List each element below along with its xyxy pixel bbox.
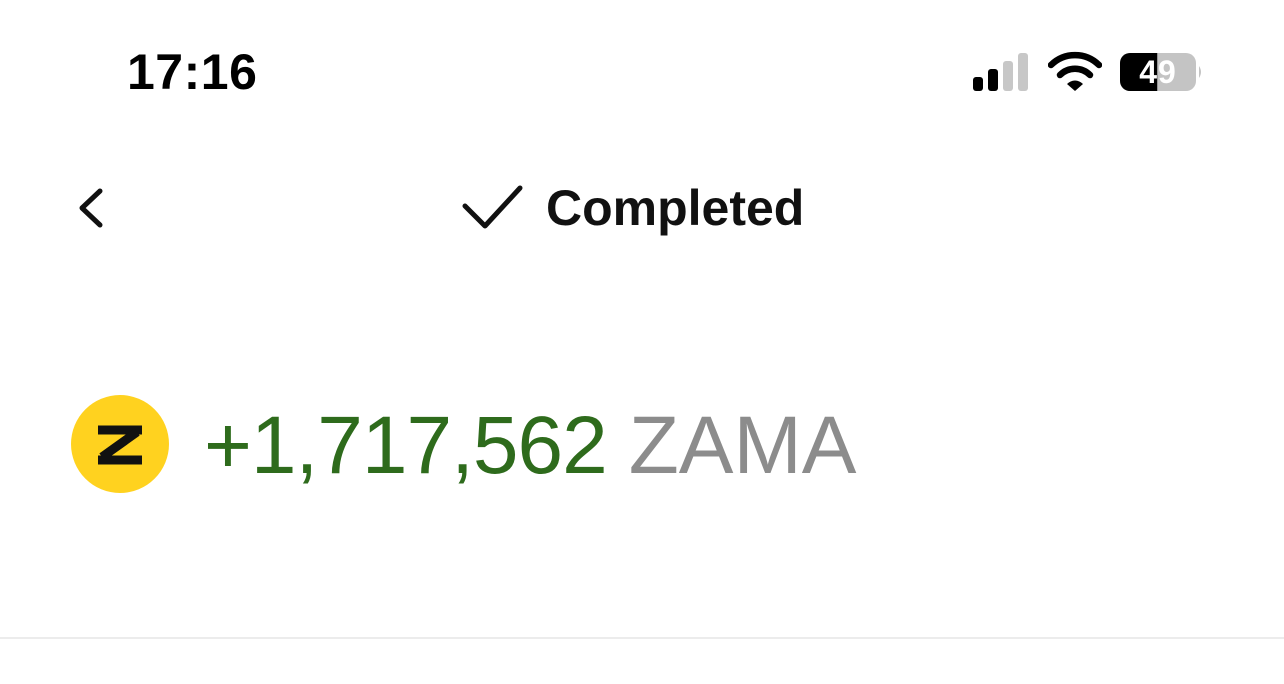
- page-title: Completed: [546, 180, 805, 236]
- zama-token-icon: [71, 395, 169, 493]
- back-button[interactable]: [62, 178, 122, 238]
- chevron-left-icon: [79, 188, 103, 228]
- amount-row: +1,717,562 ZAMA: [204, 398, 856, 494]
- amount-value: +1,717,562: [204, 400, 608, 491]
- status-time: 17:16: [127, 44, 258, 100]
- divider: [0, 637, 1284, 639]
- battery-level: 49: [1139, 54, 1177, 90]
- checkmark-icon: [462, 185, 523, 229]
- transaction-detail-screen: 17:16 49 Completed +1,717,562 ZAMA: [0, 0, 1284, 684]
- battery-icon: 49: [1120, 50, 1204, 94]
- token-symbol: ZAMA: [628, 400, 857, 491]
- wifi-icon: [1048, 51, 1102, 91]
- signal-icon: [973, 53, 1028, 91]
- header-status: Completed: [460, 176, 804, 240]
